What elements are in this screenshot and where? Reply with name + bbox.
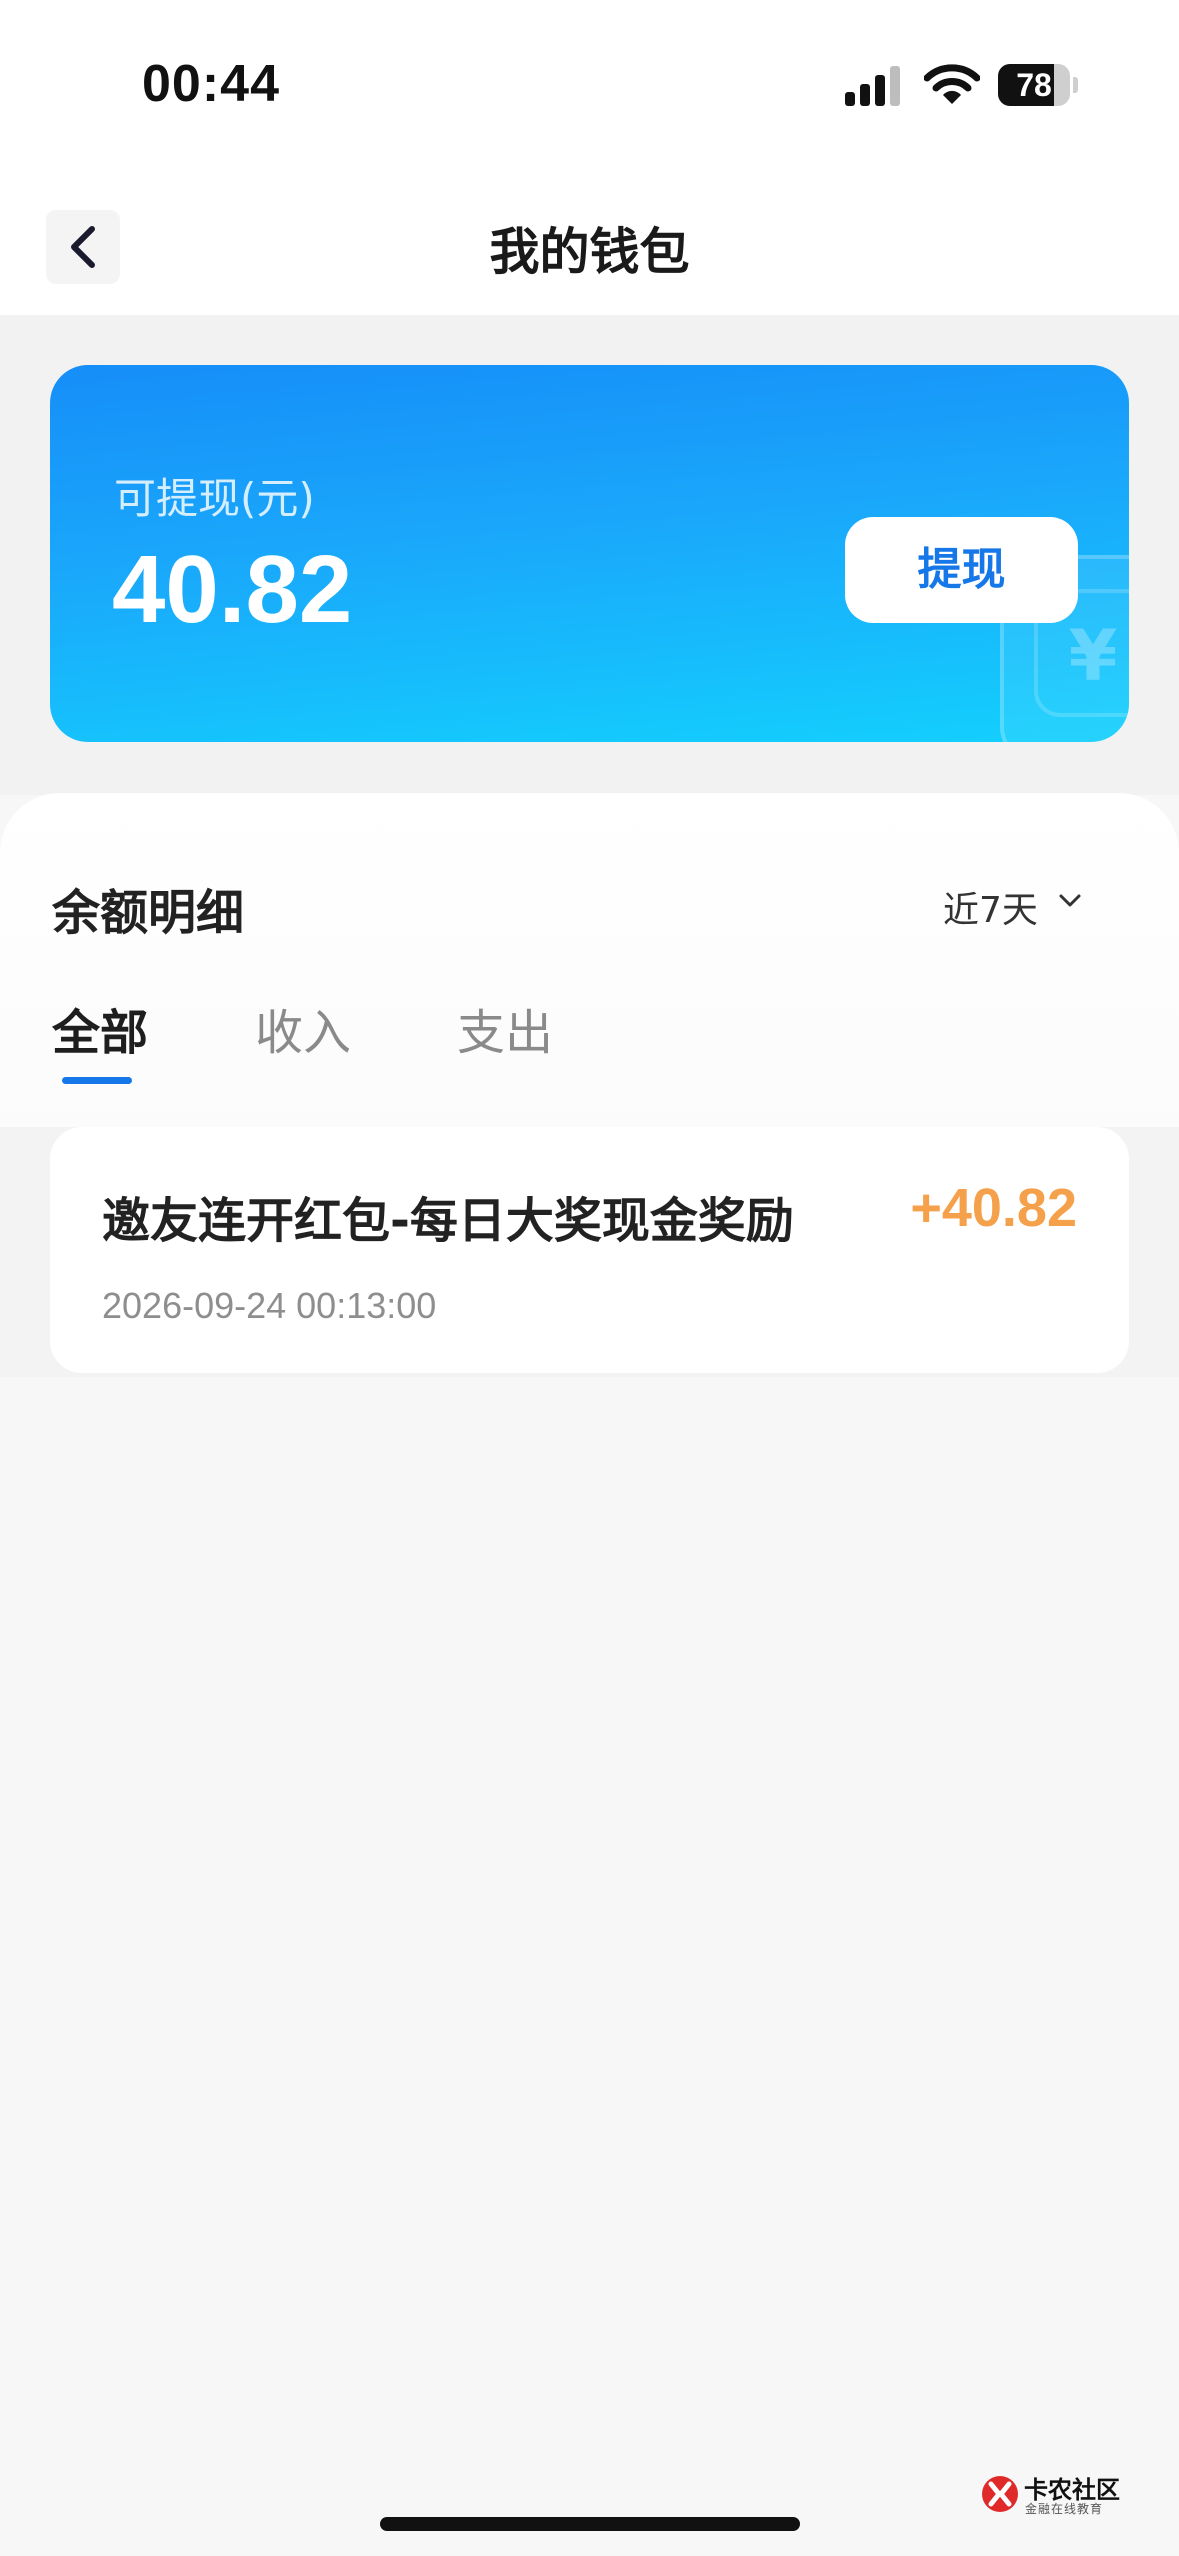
balance-label: 可提现(元)	[114, 474, 315, 523]
detail-title: 余额明细	[52, 885, 245, 941]
battery-tip	[1073, 77, 1078, 93]
yen-glyph: ¥	[1068, 615, 1118, 697]
cellular-signal-icon	[845, 66, 900, 106]
wifi-icon	[924, 64, 980, 104]
tab-expense[interactable]: 支出	[457, 993, 553, 1063]
tab-all[interactable]: 全部	[52, 993, 148, 1063]
watermark-subtitle: 金融在线教育	[1025, 2502, 1104, 2516]
nav-bar: 我的钱包	[0, 170, 1179, 315]
battery-percent: 78	[1016, 67, 1052, 103]
tab-income[interactable]: 收入	[255, 993, 351, 1063]
kanong-logo-icon	[982, 2476, 1018, 2512]
status-bar: 00:44 78	[0, 0, 1179, 170]
balance-amount: 40.82	[112, 536, 353, 643]
transaction-title: 邀友连开红包-每日大奖现金奖励	[102, 1193, 794, 1249]
transaction-time: 2026-09-24 00:13:00	[102, 1285, 437, 1326]
battery-body: 78	[998, 64, 1070, 106]
chevron-down-icon[interactable]	[1058, 893, 1082, 909]
active-tab-indicator	[62, 1077, 132, 1084]
date-range-filter[interactable]: 近7天	[943, 881, 1038, 933]
page-title: 我的钱包	[489, 223, 690, 281]
balance-card: ¥ 可提现(元) 40.82 提现	[50, 365, 1129, 742]
status-time: 00:44	[142, 55, 280, 113]
transaction-amount: +40.82	[910, 1178, 1077, 1238]
withdraw-button[interactable]: 提现	[845, 517, 1078, 623]
transaction-item[interactable]: 邀友连开红包-每日大奖现金奖励 +40.82 2026-09-24 00:13:…	[50, 1127, 1129, 1373]
home-indicator	[380, 2517, 800, 2531]
watermark: 卡农社区 金融在线教育	[980, 2470, 1140, 2520]
battery-indicator: 78	[998, 64, 1078, 106]
